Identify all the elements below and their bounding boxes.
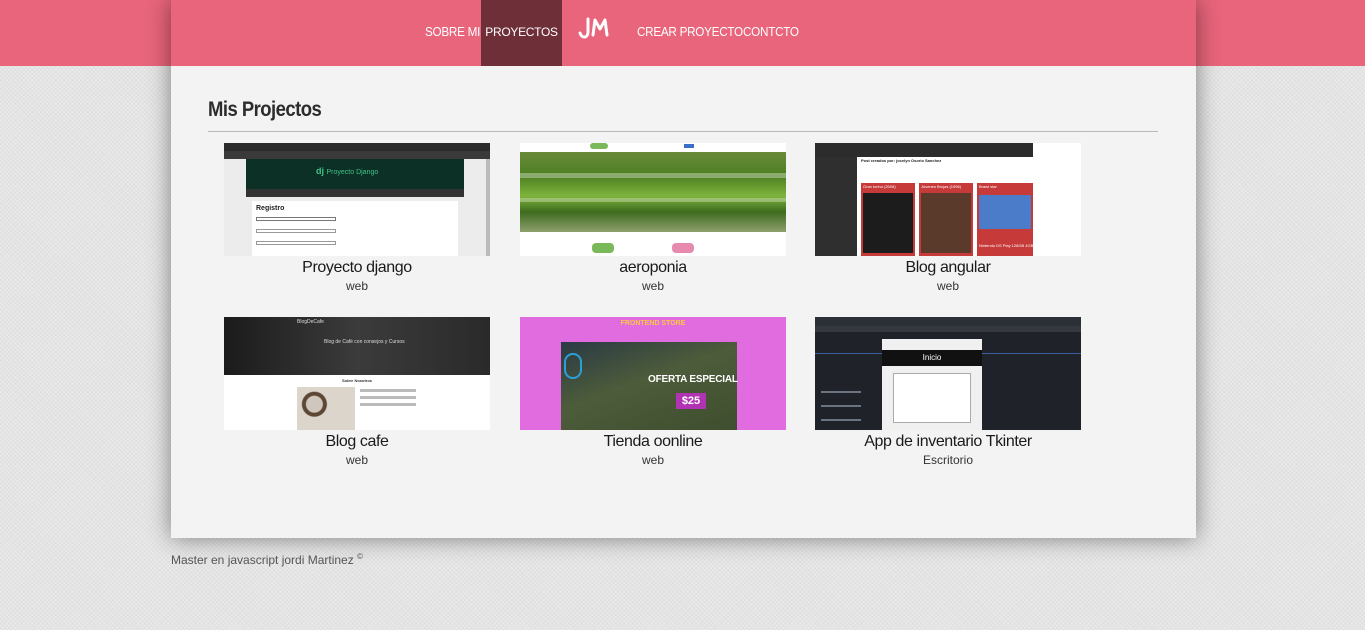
nav-item-crear-proyecto[interactable]: CREAR PROYECTO [637,0,743,66]
project-card-tienda-online[interactable]: FRONTEND STORE OFERTA ESPECIAL $25 Tiend… [520,317,786,468]
footer-text: Master en javascript jordi Martinez [171,553,354,567]
project-category: web [641,279,664,293]
footer: Master en javascript jordi Martinez © [171,552,363,567]
project-category: Escritorio [922,453,973,467]
project-category: web [936,279,959,293]
title-divider [208,131,1158,132]
project-category: web [345,279,368,293]
project-name[interactable]: Proyecto django [224,258,490,278]
project-card-tkinter[interactable]: Inicio App de inventario Tkinter Escrito… [815,317,1081,468]
project-thumbnail[interactable]: Post creados por: jocelyn Osorio Sanchez… [815,143,1081,256]
copyright-symbol: © [357,552,363,561]
project-name[interactable]: Blog angular [815,258,1081,278]
project-name[interactable]: Blog cafe [224,432,490,452]
page-title: Mis Projectos [208,98,322,121]
main-navigation: SOBRE MI PROYECTOS CREAR PROYECTO CONTCT… [171,0,1196,66]
project-name[interactable]: App de inventario Tkinter [815,432,1081,452]
project-name[interactable]: Tienda oonline [520,432,786,452]
project-thumbnail[interactable]: dj Proyecto Django Registro [224,143,490,256]
project-name[interactable]: aeroponia [520,258,786,278]
nav-item-sobre-mi[interactable]: SOBRE MI [425,0,480,66]
nav-item-proyectos[interactable]: PROYECTOS [481,0,562,66]
project-card-blog-cafe[interactable]: BlogDeCafe Blog de Café con consejos y C… [224,317,490,468]
project-thumbnail[interactable] [520,143,786,256]
project-thumbnail[interactable]: BlogDeCafe Blog de Café con consejos y C… [224,317,490,430]
project-category: web [641,453,664,467]
project-thumbnail[interactable]: Inicio [815,317,1081,430]
nav-item-contacto[interactable]: CONTCTO [743,0,799,66]
project-thumbnail[interactable]: FRONTEND STORE OFERTA ESPECIAL $25 [520,317,786,430]
jm-logo-icon[interactable] [576,15,612,43]
project-card-aeroponia[interactable]: aeroponia web [520,143,786,294]
content-card: SOBRE MI PROYECTOS CREAR PROYECTO CONTCT… [171,0,1196,538]
project-card-blog-angular[interactable]: Post creados por: jocelyn Osorio Sanchez… [815,143,1081,294]
project-card-django[interactable]: dj Proyecto Django Registro Proyecto dja… [224,143,490,294]
project-category: web [345,453,368,467]
